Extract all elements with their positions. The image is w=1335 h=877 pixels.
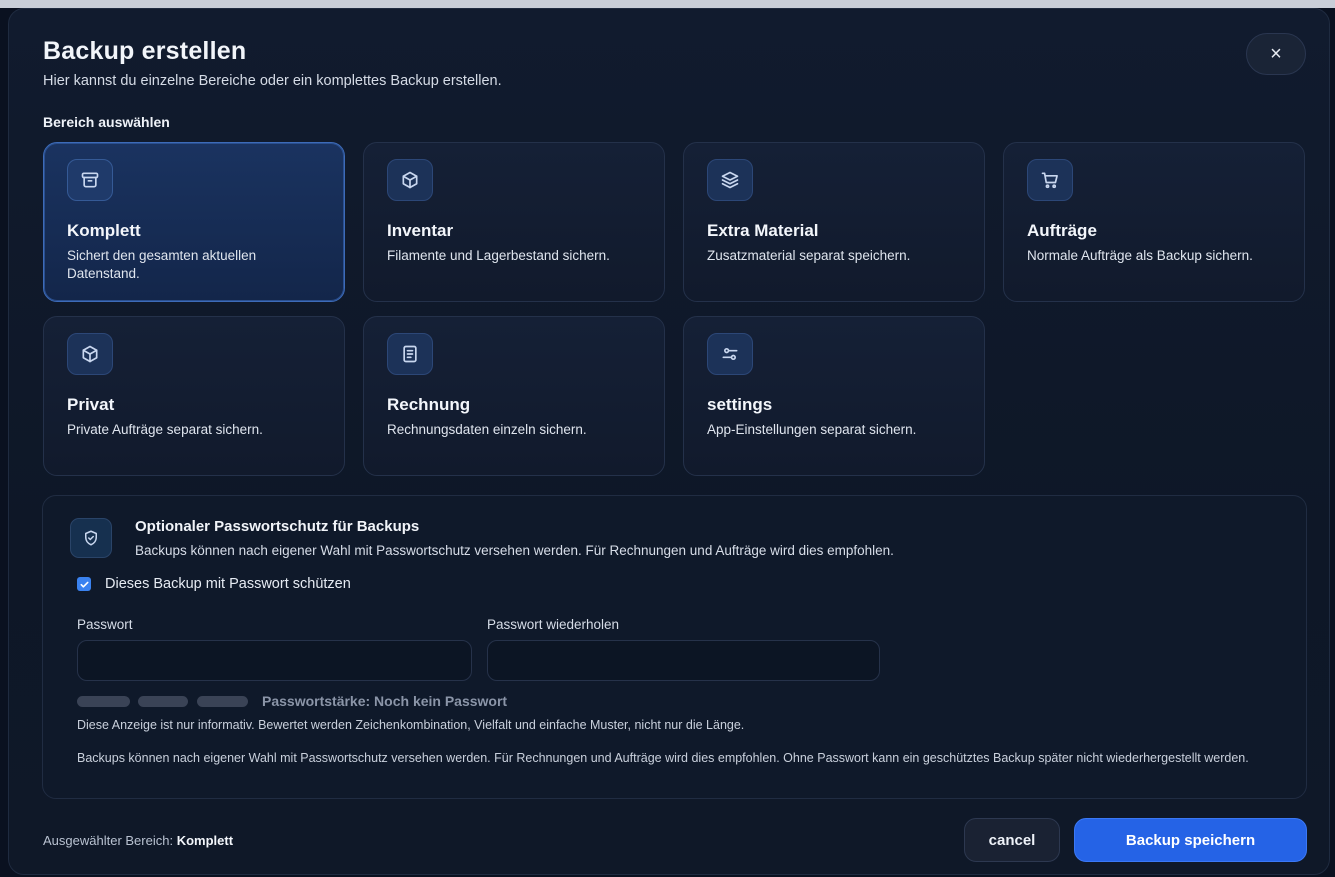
scope-card-settings[interactable]: settings App-Einstellungen separat siche… [683, 316, 985, 476]
password-protection-panel: Optionaler Passwortschutz für Backups Ba… [42, 495, 1307, 799]
receipt-icon [387, 333, 433, 375]
scope-card-rechnung[interactable]: Rechnung Rechnungsdaten einzeln sichern. [363, 316, 665, 476]
cancel-button[interactable]: cancel [964, 818, 1060, 862]
strength-hint: Diese Anzeige ist nur informativ. Bewert… [77, 718, 745, 732]
selected-scope-summary: Ausgewählter Bereich: Komplett [43, 833, 233, 848]
card-description: App-Einstellungen separat sichern. [707, 422, 917, 437]
cube-icon [67, 333, 113, 375]
card-title: Privat [67, 395, 115, 414]
card-title: Komplett [67, 221, 141, 240]
card-description: Filamente und Lagerbestand sichern. [387, 248, 610, 263]
cart-icon [1027, 159, 1073, 201]
close-icon: × [1270, 42, 1282, 65]
close-button[interactable]: × [1246, 33, 1306, 75]
scope-section-label: Bereich auswählen [43, 114, 170, 130]
password-repeat-input[interactable] [487, 640, 880, 681]
backup-dialog: Backup erstellen Hier kannst du einzelne… [8, 8, 1330, 875]
scope-card-privat[interactable]: Privat Private Aufträge separat sichern. [43, 316, 345, 476]
layers-icon [707, 159, 753, 201]
protect-checkbox-label: Dieses Backup mit Passwort schützen [105, 576, 351, 592]
password-input[interactable] [77, 640, 472, 681]
protect-checkbox-row[interactable]: Dieses Backup mit Passwort schützen [77, 576, 351, 592]
selected-scope-value: Komplett [176, 833, 234, 848]
password-note: Backups können nach eigener Wahl mit Pas… [77, 751, 1249, 765]
password-field-label: Passwort [77, 617, 133, 632]
dialog-subtitle: Hier kannst du einzelne Bereiche oder ei… [43, 73, 502, 89]
scope-card-inventar[interactable]: Inventar Filamente und Lagerbestand sich… [363, 142, 665, 302]
card-title: Extra Material [707, 221, 819, 240]
scope-card-komplett[interactable]: Komplett Sichert den gesamten aktuellen … [43, 142, 345, 302]
password-section-description: Backups können nach eigener Wahl mit Pas… [135, 543, 894, 558]
card-title: Rechnung [387, 395, 471, 414]
save-backup-button[interactable]: Backup speichern [1074, 818, 1307, 862]
scope-card-extra-material[interactable]: Extra Material Zusatzmaterial separat sp… [683, 142, 985, 302]
backdrop-strip [0, 0, 1335, 8]
card-title: Aufträge [1027, 221, 1097, 240]
dialog-title: Backup erstellen [43, 37, 247, 65]
selected-scope-prefix: Ausgewählter Bereich: [43, 833, 177, 848]
card-description: Private Aufträge separat sichern. [67, 422, 263, 437]
scope-card-auftraege[interactable]: Aufträge Normale Aufträge als Backup sic… [1003, 142, 1305, 302]
card-description: Normale Aufträge als Backup sichern. [1027, 248, 1253, 263]
card-description: Rechnungsdaten einzeln sichern. [387, 422, 587, 437]
password-strength-text: Passwortstärke: Noch kein Passwort [262, 693, 508, 709]
password-repeat-field-label: Passwort wiederholen [487, 617, 620, 632]
protect-checkbox[interactable] [77, 577, 91, 591]
card-description: Zusatzmaterial separat speichern. [707, 248, 911, 263]
card-title: Inventar [387, 221, 454, 240]
sliders-icon [707, 333, 753, 375]
card-description: Sichert den gesamten aktuellen Datenstan… [67, 248, 257, 281]
card-title: settings [707, 395, 773, 414]
strength-bar-segment [77, 696, 130, 707]
strength-bar-segment [138, 696, 188, 707]
shield-icon [70, 518, 112, 558]
cube-icon [387, 159, 433, 201]
password-section-title: Optionaler Passwortschutz für Backups [135, 518, 420, 535]
archive-box-icon [67, 159, 113, 201]
strength-bar-segment [197, 696, 248, 707]
